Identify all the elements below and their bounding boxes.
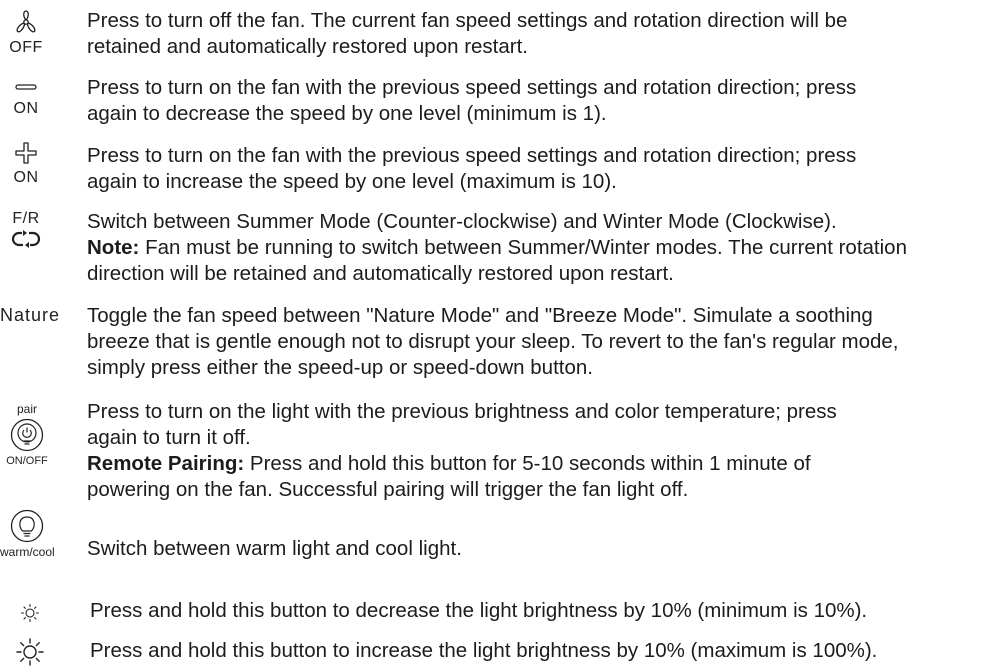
nature-button[interactable]: Nature	[0, 306, 70, 324]
on-off-label: ON/OFF	[6, 455, 48, 467]
speed-up-button[interactable]: ON	[6, 141, 46, 187]
fan-off-button[interactable]: OFF	[6, 10, 46, 57]
nature-description: Toggle the fan speed between "Nature Mod…	[87, 304, 899, 379]
note-label: Note:	[87, 236, 140, 259]
plus-icon	[15, 142, 37, 164]
bulb-icon	[10, 509, 44, 543]
sun-large-icon	[16, 638, 44, 666]
speed-up-label: ON	[13, 169, 39, 186]
fan-icon	[16, 10, 36, 33]
light-power-description: Press to turn on the light with the prev…	[87, 400, 837, 501]
color-temp-button[interactable]: warm/cool	[0, 509, 55, 559]
brightness-down-description: Press and hold this button to decrease t…	[90, 599, 868, 622]
speed-down-label: ON	[13, 100, 39, 117]
nature-label: Nature	[0, 305, 61, 325]
remote-pairing-label: Remote Pairing:	[87, 452, 245, 475]
minus-icon	[15, 84, 37, 90]
reverse-icon	[11, 230, 41, 248]
speed-down-description: Press to turn on the fan with the previo…	[87, 76, 857, 125]
power-bulb-icon	[10, 418, 44, 452]
pair-label: pair	[16, 402, 37, 416]
brightness-down-button[interactable]	[18, 603, 42, 623]
reverse-button[interactable]: F/R	[6, 210, 46, 249]
reverse-description: Switch between Summer Mode (Counter-cloc…	[87, 210, 907, 285]
speed-up-description: Press to turn on the fan with the previo…	[87, 144, 857, 193]
brightness-up-description: Press and hold this button to increase t…	[90, 639, 878, 662]
fan-off-description: Press to turn off the fan. The current f…	[87, 9, 848, 58]
reverse-label: F/R	[12, 210, 40, 227]
fan-off-label: OFF	[9, 39, 43, 56]
speed-down-button[interactable]: ON	[6, 82, 46, 118]
brightness-up-button[interactable]	[15, 638, 45, 666]
color-temp-description: Switch between warm light and cool light…	[87, 537, 462, 560]
light-power-button[interactable]: pair ON/OFF	[4, 403, 50, 467]
sun-small-icon	[20, 603, 40, 623]
warm-cool-label: warm/cool	[0, 545, 55, 559]
